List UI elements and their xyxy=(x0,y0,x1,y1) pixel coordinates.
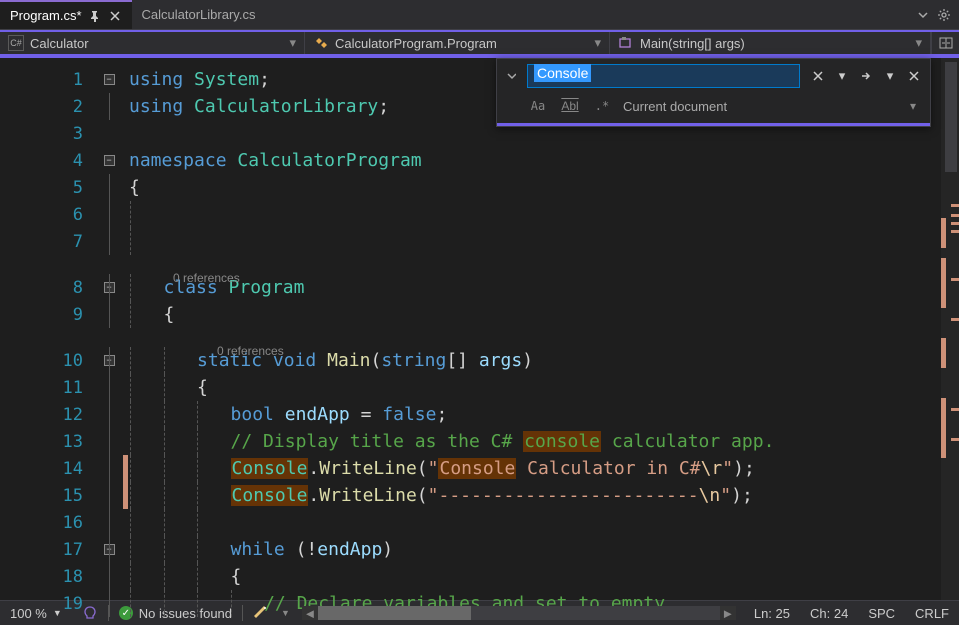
fold-toggle[interactable]: − xyxy=(104,155,115,166)
close-icon[interactable] xyxy=(108,9,122,23)
tab-label: CalculatorLibrary.cs xyxy=(142,7,256,22)
tab-program[interactable]: Program.cs* xyxy=(0,0,132,29)
find-panel: Console ▾ ▾ Aa Abl .* Current document ▾ xyxy=(496,58,931,127)
nav-project-label: Calculator xyxy=(30,36,89,51)
split-editor-button[interactable] xyxy=(931,32,959,54)
gear-icon[interactable] xyxy=(937,8,951,22)
nav-member-label: Main(string[] args) xyxy=(640,36,745,51)
find-options-icon[interactable]: ▾ xyxy=(880,66,900,86)
nav-project-dropdown[interactable]: C# Calculator ▾ xyxy=(0,32,305,54)
horizontal-scrollbar[interactable]: ◄ ► xyxy=(302,606,736,620)
chevron-down-icon: ▾ xyxy=(594,35,601,51)
close-icon[interactable] xyxy=(904,66,924,86)
fold-column: − − − − − xyxy=(95,58,123,600)
nav-class-label: CalculatorProgram.Program xyxy=(335,36,497,51)
scope-dropdown-icon[interactable]: ▾ xyxy=(902,95,924,117)
expand-replace-icon[interactable] xyxy=(503,71,519,81)
find-next-icon[interactable] xyxy=(856,66,876,86)
find-input[interactable]: Console xyxy=(527,64,800,88)
references-label[interactable]: 0 references xyxy=(173,271,240,285)
references-label[interactable]: 0 references xyxy=(217,344,284,358)
nav-class-dropdown[interactable]: CalculatorProgram.Program ▾ xyxy=(305,32,610,54)
scroll-marks xyxy=(941,58,959,600)
find-options-dropdown-icon[interactable]: ▾ xyxy=(832,66,852,86)
line-number-gutter: 1 2 3 4 5 6 7 8 9 10 11 12 13 14 15 16 1… xyxy=(0,58,95,600)
chevron-down-icon: ▾ xyxy=(915,35,922,51)
find-scope-label: Current document xyxy=(623,99,727,114)
match-case-toggle[interactable]: Aa xyxy=(527,95,549,117)
close-find-icon[interactable] xyxy=(808,66,828,86)
editor[interactable]: 1 2 3 4 5 6 7 8 9 10 11 12 13 14 15 16 1… xyxy=(0,58,959,600)
tab-bar: Program.cs* CalculatorLibrary.cs xyxy=(0,0,959,30)
whole-word-toggle[interactable]: Abl xyxy=(559,95,581,117)
csharp-icon: C# xyxy=(8,35,24,51)
fold-toggle[interactable]: − xyxy=(104,74,115,85)
vertical-scrollbar[interactable] xyxy=(941,58,959,600)
class-icon xyxy=(313,35,329,51)
code-content[interactable]: using System; using CalculatorLibrary; n… xyxy=(129,58,941,600)
regex-toggle[interactable]: .* xyxy=(591,95,613,117)
tab-label: Program.cs* xyxy=(10,8,82,23)
navigation-bar: C# Calculator ▾ CalculatorProgram.Progra… xyxy=(0,30,959,58)
pin-icon[interactable] xyxy=(88,9,102,23)
tab-overflow-icon[interactable] xyxy=(917,9,929,21)
nav-member-dropdown[interactable]: Main(string[] args) ▾ xyxy=(610,32,931,54)
tab-calculatorlibrary[interactable]: CalculatorLibrary.cs xyxy=(132,0,266,29)
method-icon xyxy=(618,35,634,51)
chevron-down-icon: ▾ xyxy=(289,35,296,51)
